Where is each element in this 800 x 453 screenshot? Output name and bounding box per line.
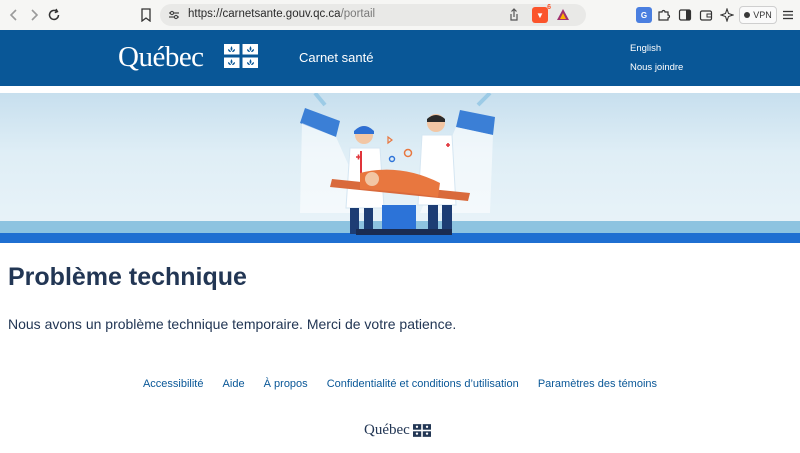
site-settings-icon[interactable] bbox=[168, 9, 180, 21]
hero-banner bbox=[0, 93, 800, 243]
url-path: /portail bbox=[340, 8, 376, 20]
contact-link[interactable]: Nous joindre bbox=[630, 62, 683, 73]
app-title[interactable]: Carnet santé bbox=[299, 50, 373, 65]
bookmark-icon[interactable] bbox=[140, 8, 152, 22]
browser-toolbar: https://carnetsante.gouv.qc.ca/portail 6… bbox=[0, 0, 800, 30]
page-title: Problème technique bbox=[8, 263, 247, 291]
menu-icon[interactable] bbox=[782, 9, 794, 21]
fleur-de-lis-flag-icon bbox=[224, 44, 258, 68]
footer-nav: Accessibilité Aide À propos Confidential… bbox=[0, 378, 800, 390]
footer-link-help[interactable]: Aide bbox=[223, 378, 245, 390]
surgery-illustration bbox=[0, 93, 800, 243]
brave-shield-icon[interactable]: 6 ▼ bbox=[532, 4, 551, 23]
footer-link-accessibility[interactable]: Accessibilité bbox=[143, 378, 204, 390]
chevron-left-icon bbox=[9, 9, 17, 21]
footer-logo-text: Québec bbox=[364, 422, 410, 438]
rewards-icon[interactable] bbox=[555, 7, 571, 23]
footer-link-about[interactable]: À propos bbox=[264, 378, 308, 390]
share-icon[interactable] bbox=[508, 8, 520, 22]
vpn-label: VPN bbox=[753, 10, 772, 20]
fleur-de-lis-flag-icon bbox=[412, 424, 431, 437]
sidebar-icon[interactable] bbox=[678, 8, 692, 22]
vpn-status-icon bbox=[744, 12, 751, 18]
wallet-icon[interactable] bbox=[699, 8, 713, 22]
shield-badge: 6 bbox=[547, 4, 551, 11]
forward-button[interactable] bbox=[24, 5, 44, 25]
url-host: https://carnetsante.gouv.qc.ca bbox=[188, 8, 341, 20]
reload-icon bbox=[48, 8, 60, 21]
site-header: Québec Carnet santé English Nous joindre bbox=[0, 30, 800, 86]
address-bar[interactable]: https://carnetsante.gouv.qc.ca/portail bbox=[160, 4, 586, 26]
error-message: Nous avons un problème technique tempora… bbox=[8, 316, 457, 332]
footer-quebec-logo[interactable]: Québec bbox=[364, 422, 431, 439]
footer-link-cookies[interactable]: Paramètres des témoins bbox=[538, 378, 657, 390]
back-button[interactable] bbox=[4, 5, 24, 25]
url-text: https://carnetsante.gouv.qc.ca/portail bbox=[188, 8, 375, 20]
extensions-icon[interactable] bbox=[657, 8, 671, 22]
footer-link-privacy[interactable]: Confidentialité et conditions d’utilisat… bbox=[327, 378, 519, 390]
reload-button[interactable] bbox=[44, 5, 64, 25]
vpn-button[interactable]: VPN bbox=[739, 6, 777, 24]
translate-icon[interactable]: G bbox=[636, 7, 652, 23]
chevron-right-icon bbox=[31, 9, 39, 21]
quebec-logo[interactable]: Québec bbox=[118, 41, 204, 74]
leo-ai-icon[interactable] bbox=[720, 8, 734, 22]
language-link[interactable]: English bbox=[630, 43, 661, 54]
